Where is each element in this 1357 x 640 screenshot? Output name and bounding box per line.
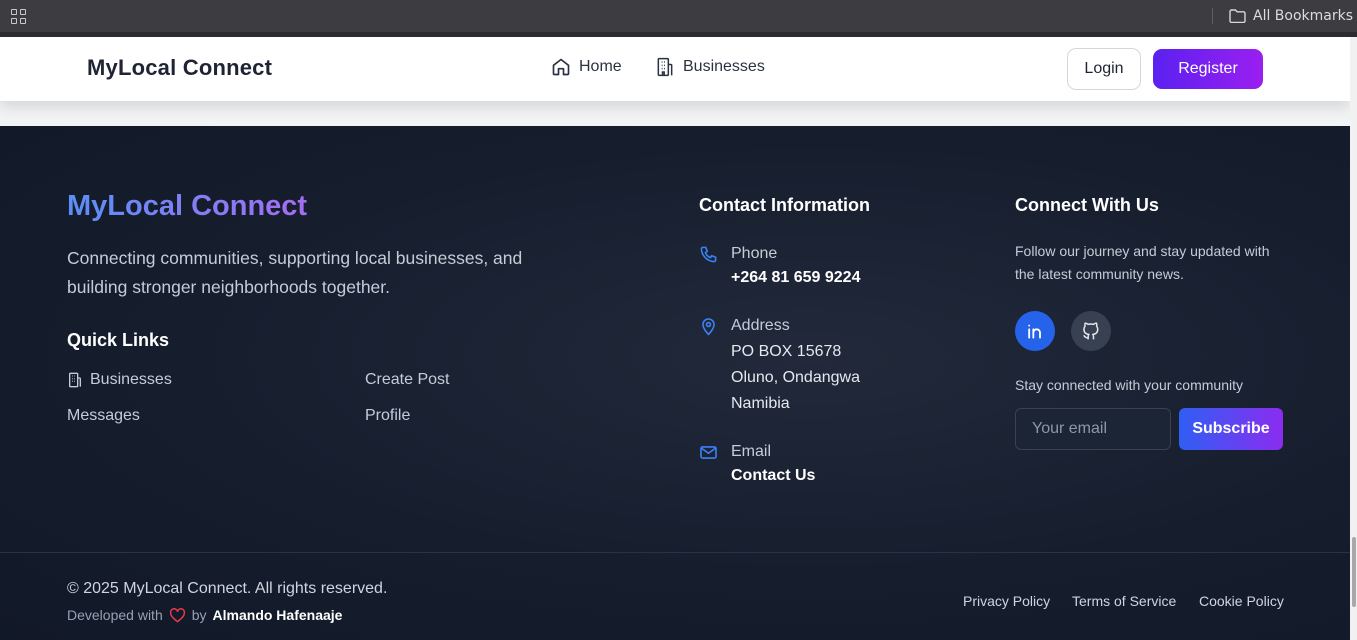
contact-title: Contact Information [699, 195, 870, 215]
phone-label: Phone [731, 245, 778, 262]
github-icon [1083, 322, 1099, 340]
page-scrollbar[interactable] [1350, 37, 1357, 640]
nav-businesses-label: Businesses [683, 58, 765, 75]
connect-description: Follow our journey and stay updated with… [1015, 243, 1270, 282]
author-name: Almando Hafenaaje [212, 607, 343, 623]
terms-of-service-link[interactable]: Terms of Service [1072, 593, 1176, 609]
top-navbar: MyLocal Connect Home Businesses Login Re… [0, 37, 1350, 101]
quick-link-profile[interactable]: Profile [365, 407, 410, 425]
quick-link-messages[interactable]: Messages [67, 407, 140, 425]
address-line: PO BOX 15678 [731, 343, 842, 360]
connect-title: Connect With Us [1015, 195, 1159, 215]
stay-connected-text: Stay connected with your community [1015, 377, 1243, 393]
privacy-policy-link[interactable]: Privacy Policy [963, 593, 1050, 609]
email-label: Email [731, 443, 772, 460]
linkedin-icon [1028, 324, 1041, 339]
register-button[interactable]: Register [1153, 49, 1263, 89]
all-bookmarks-label: All Bookmarks [1253, 8, 1354, 24]
phone-value[interactable]: +264 81 659 9224 [731, 265, 860, 290]
building-icon [69, 372, 81, 388]
developer-credit: Developed with by Almando Hafenaaje [67, 607, 342, 623]
apps-grid-icon[interactable] [11, 9, 26, 24]
scrollbar-thumb[interactable] [1352, 537, 1356, 607]
all-bookmarks-button[interactable]: All Bookmarks [1229, 6, 1353, 26]
quick-links-title: Quick Links [67, 330, 170, 350]
address-label: Address [731, 317, 790, 334]
contact-us-link[interactable]: Contact Us [731, 463, 815, 488]
linkedin-button[interactable] [1015, 311, 1055, 351]
address-line: Oluno, Ondangwa [731, 369, 860, 386]
footer-brand: MyLocal Connect [67, 190, 308, 222]
quick-link-businesses[interactable]: Businesses [67, 371, 172, 389]
newsletter-email-input[interactable] [1015, 408, 1171, 450]
contact-address: Address PO BOX 15678 Oluno, Ondangwa Nam… [699, 315, 860, 417]
page-viewport: MyLocal Connect Home Businesses Login Re… [0, 37, 1350, 640]
nav-businesses-link[interactable]: Businesses [655, 57, 765, 77]
site-footer: MyLocal Connect Connecting communities, … [0, 126, 1350, 640]
contact-email: Email Contact Us [699, 441, 815, 488]
address-line: Namibia [731, 395, 790, 412]
quick-link-create-post[interactable]: Create Post [365, 371, 449, 389]
login-button[interactable]: Login [1067, 48, 1141, 90]
copyright-text: © 2025 MyLocal Connect. All rights reser… [67, 580, 388, 597]
map-pin-icon [702, 318, 715, 336]
folder-icon [1229, 9, 1246, 23]
heart-icon [169, 607, 185, 622]
subscribe-button[interactable]: Subscribe [1179, 408, 1283, 450]
github-button[interactable] [1071, 311, 1111, 351]
contact-phone: Phone +264 81 659 9224 [699, 243, 860, 290]
nav-brand[interactable]: MyLocal Connect [87, 55, 272, 81]
bookmarks-divider [1212, 8, 1213, 24]
developed-with-text: Developed with [67, 607, 163, 623]
phone-icon [700, 246, 717, 263]
home-icon [552, 58, 570, 76]
footer-divider [0, 552, 1350, 553]
content-gap [0, 101, 1350, 126]
nav-home-label: Home [579, 58, 622, 75]
footer-tagline: Connecting communities, supporting local… [67, 248, 523, 297]
cookie-policy-link[interactable]: Cookie Policy [1199, 593, 1284, 609]
by-text: by [191, 607, 207, 623]
mail-icon [700, 446, 717, 459]
quick-link-businesses-label: Businesses [90, 371, 172, 388]
bookmarks-bar: All Bookmarks [0, 0, 1357, 32]
building-icon [657, 57, 673, 77]
nav-home-link[interactable]: Home [551, 57, 622, 77]
